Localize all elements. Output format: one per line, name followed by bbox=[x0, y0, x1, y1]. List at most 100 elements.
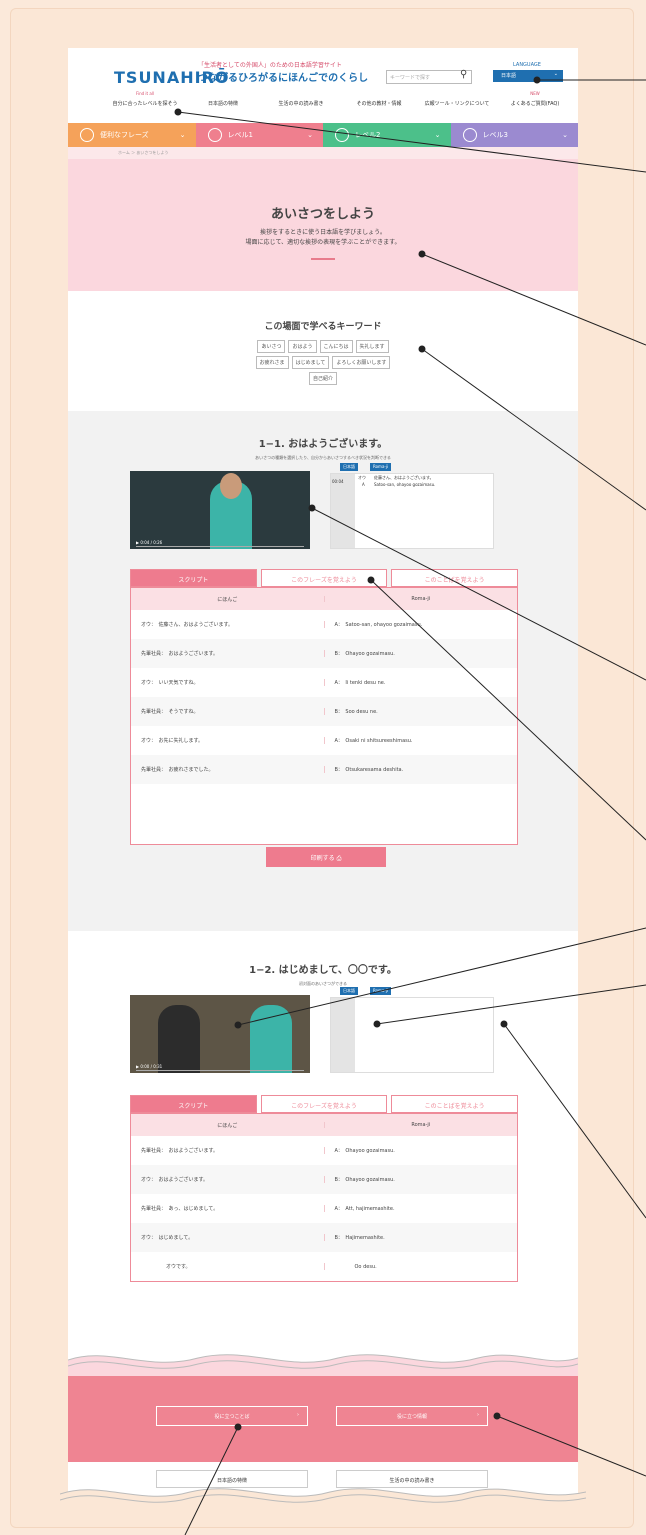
script-romaji: B： Otsukaresama deshita. bbox=[323, 766, 518, 773]
useful-info-button[interactable]: 役に立つ情報 › bbox=[336, 1406, 488, 1426]
table-row: 先輩社員： おはようございます。 A： Ohayoo gozaimasu. bbox=[131, 1136, 517, 1165]
subtitle-panel[interactable] bbox=[330, 997, 494, 1073]
script-romaji: A： Osaki ni shitsureeshimasu. bbox=[323, 737, 518, 744]
nav-item-label: 日本語の特徴 bbox=[207, 101, 238, 107]
keyword-tag[interactable]: はじめまして bbox=[291, 356, 330, 369]
printer-icon: ⎙ bbox=[336, 855, 342, 862]
print-button[interactable]: 印刷する ⎙ bbox=[266, 847, 386, 867]
table-row: 先輩社員： おはようございます。 B： Ohayoo gozaimasu. bbox=[131, 639, 517, 668]
lesson-2-desc: 初対面のあいさつができる bbox=[299, 981, 347, 986]
table-row: オウ： はじめまして。 B： Hajimemashite. bbox=[131, 1223, 517, 1252]
video-time[interactable]: ▶ 0:00 / 0:31 bbox=[136, 1064, 162, 1069]
tab-script[interactable]: スクリプト bbox=[130, 569, 257, 587]
table-footer bbox=[131, 784, 517, 844]
video-progress[interactable] bbox=[136, 1070, 304, 1071]
nav-item-label: 広報ツール・リンクについて bbox=[424, 101, 490, 107]
keyword-tag[interactable]: こんにちは bbox=[319, 340, 353, 353]
keyword-tag[interactable]: お疲れさま bbox=[255, 356, 289, 369]
script-romaji: A： Satoo-san, ohayoo gozaimasu. bbox=[323, 621, 518, 628]
script-jp: オウ： お先に失礼します。 bbox=[141, 738, 204, 744]
title-underline bbox=[311, 258, 335, 260]
video-person-right bbox=[250, 1005, 292, 1073]
subtitle-time-column bbox=[331, 474, 355, 548]
language-label: LANGUAGE bbox=[513, 62, 541, 68]
script-jp: 先輩社員： あっ、はじめまして。 bbox=[141, 1206, 219, 1212]
torn-edge-bottom bbox=[60, 1488, 586, 1510]
toggle-romaji[interactable]: Roma-ji bbox=[370, 987, 392, 995]
table-header: にほんご Roma-ji bbox=[131, 1114, 517, 1136]
lesson-1-section: 1−1. おはようございます。 あいさつの種類を選択したり、自分からあいさつする… bbox=[68, 411, 578, 931]
subtitle-speaker: オウ bbox=[358, 475, 366, 480]
level-tabs: 便利なフレーズ ⌄ レベル1 ⌄ レベル2 ⌄ レベル3 ⌄ bbox=[68, 123, 578, 147]
nav-item-pr-tools[interactable]: 広報ツール・リンクについて bbox=[418, 94, 496, 118]
level-tab-1[interactable]: レベル1 ⌄ bbox=[195, 123, 323, 147]
level-tab-2[interactable]: レベル2 ⌄ bbox=[323, 123, 451, 147]
script-romaji: B： Hajimemashite. bbox=[323, 1234, 518, 1241]
tab-words[interactable]: このことばを覚えよう bbox=[391, 569, 519, 587]
toggle-romaji[interactable]: Roma-ji bbox=[370, 463, 392, 471]
page-title: あいさつをしよう bbox=[270, 207, 375, 222]
chevron-right-icon: › bbox=[297, 1412, 299, 1418]
table-row: オウ： いい天気ですね。 A： Ii tenki desu ne. bbox=[131, 668, 517, 697]
level-tab-label: 便利なフレーズ bbox=[100, 131, 149, 139]
tab-phrase[interactable]: このフレーズを覚えよう bbox=[260, 1095, 388, 1113]
subtitle-jp: 佐藤さん、おはようございます。 bbox=[374, 475, 434, 480]
chevron-down-icon: ⌄ bbox=[434, 131, 441, 139]
keyword-tag[interactable]: おはよう bbox=[288, 340, 317, 353]
site-tagline: 「生活者としての外国人」のための日本語学習サイト bbox=[198, 62, 342, 69]
subtitle-toggles: 日本語 Roma-ji bbox=[340, 463, 392, 471]
breadcrumb[interactable]: ホーム ＞ あいさつをしよう bbox=[68, 147, 578, 159]
table-row: オウ： 佐藤さん、おはようございます。 A： Satoo-san, ohayoo … bbox=[131, 610, 517, 639]
level1-icon bbox=[207, 128, 222, 142]
lesson-2-tabs: スクリプト このフレーズを覚えよう このことばを覚えよう bbox=[130, 1095, 519, 1113]
keyword-title: この場面で学べるキーワード bbox=[264, 322, 382, 332]
keyword-tag[interactable]: あいさつ bbox=[257, 340, 286, 353]
level-tab-label: レベル2 bbox=[355, 131, 381, 139]
table-row: オウです。 Oo desu. bbox=[131, 1252, 517, 1281]
video-person-left bbox=[158, 1005, 200, 1073]
tab-script[interactable]: スクリプト bbox=[130, 1095, 257, 1113]
script-romaji: A： Ohayoo gozaimasu. bbox=[323, 1147, 518, 1154]
script-jp: オウです。 bbox=[141, 1264, 191, 1270]
column-header-japanese: にほんご bbox=[217, 1122, 238, 1129]
script-jp: 先輩社員： そうですね。 bbox=[141, 709, 199, 715]
language-select[interactable]: 日本語 ⌄ bbox=[493, 70, 563, 82]
useful-words-button[interactable]: 役に立つことば › bbox=[156, 1406, 308, 1426]
lesson-2-section: 1−2. はじめまして、〇〇です。 初対面のあいさつができる ▶ 0:00 / … bbox=[68, 931, 578, 1282]
script-romaji: Oo desu. bbox=[323, 1263, 518, 1270]
keyword-tag[interactable]: よろしくお願いします bbox=[332, 356, 391, 369]
toggle-japanese[interactable]: 日本語 bbox=[340, 987, 358, 995]
keyword-tag[interactable]: 失礼します bbox=[355, 340, 389, 353]
lesson-2-title: 1−2. はじめまして、〇〇です。 bbox=[249, 965, 397, 976]
tab-words[interactable]: このことばを覚えよう bbox=[391, 1095, 519, 1113]
table-row: オウ： おはようございます。 B： Ohayoo gozaimasu. bbox=[131, 1165, 517, 1194]
script-romaji: B： Soo desu ne. bbox=[323, 708, 518, 715]
level-tab-3[interactable]: レベル3 ⌄ bbox=[450, 123, 578, 147]
script-jp: オウ： 佐藤さん、おはようございます。 bbox=[141, 622, 234, 628]
nav-item-reading-writing[interactable]: 生活の中の読み書き bbox=[262, 94, 340, 118]
useful-info-label: 役に立つ情報 bbox=[396, 1414, 427, 1420]
toggle-japanese[interactable]: 日本語 bbox=[340, 463, 358, 471]
lesson-1-video[interactable]: ▶ 0:04 / 0:26 bbox=[130, 471, 310, 549]
script-romaji: A： Ii tenki desu ne. bbox=[323, 679, 518, 686]
search-icon[interactable]: ⚲ bbox=[460, 69, 467, 80]
video-time[interactable]: ▶ 0:04 / 0:26 bbox=[136, 540, 162, 545]
nav-item-label: 自分に合ったレベルを探そう bbox=[112, 101, 178, 107]
tab-phrase[interactable]: このフレーズを覚えよう bbox=[260, 569, 388, 587]
level-tab-phrases[interactable]: 便利なフレーズ ⌄ bbox=[68, 123, 196, 147]
nav-item-other-materials[interactable]: その他の教材・情報 bbox=[340, 94, 418, 118]
video-progress[interactable] bbox=[136, 546, 304, 547]
subtitle-time: 00:04 bbox=[332, 479, 344, 484]
nav-item-find-level[interactable]: Find it all 自分に合ったレベルを探そう bbox=[106, 91, 184, 118]
level-tab-label: レベル3 bbox=[482, 131, 508, 139]
lesson-2-video[interactable]: ▶ 0:00 / 0:31 bbox=[130, 995, 310, 1073]
phrases-icon bbox=[80, 128, 94, 142]
nav-item-features[interactable]: 日本語の特徴 bbox=[184, 94, 262, 118]
nav-item-faq[interactable]: NEW よくあるご質問(FAQ) bbox=[496, 91, 574, 118]
script-romaji: B： Ohayoo gozaimasu. bbox=[323, 1176, 518, 1183]
lesson-1-desc: あいさつの種類を選択したり、自分からあいさつするべき状況を判断できる bbox=[255, 455, 391, 460]
footer-links-band: 役に立つことば › 役に立つ情報 › bbox=[68, 1376, 578, 1462]
chevron-down-icon: ⌄ bbox=[307, 131, 313, 139]
keyword-tag[interactable]: 自己紹介 bbox=[308, 372, 337, 385]
table-row: 先輩社員： そうですね。 B： Soo desu ne. bbox=[131, 697, 517, 726]
